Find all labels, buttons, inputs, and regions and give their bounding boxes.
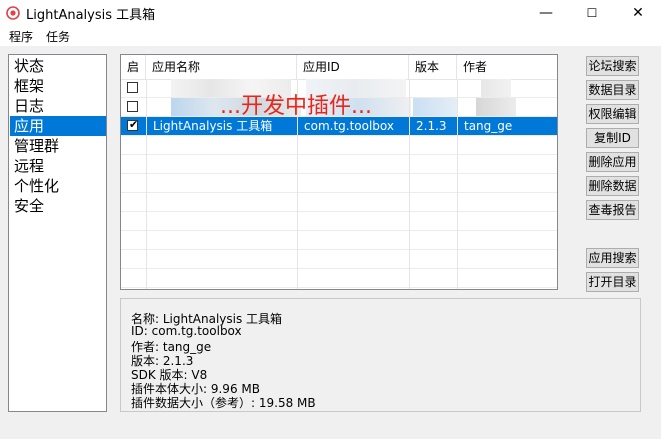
- open-directory-button[interactable]: 打开目录: [586, 272, 639, 292]
- forum-search-button[interactable]: 论坛搜索: [586, 56, 639, 76]
- nav-item-personalize[interactable]: 个性化: [10, 176, 106, 196]
- menu-program[interactable]: 程序: [9, 28, 33, 45]
- empty-row: [121, 269, 557, 288]
- menu-task[interactable]: 任务: [46, 28, 70, 45]
- empty-row: [121, 212, 557, 231]
- blurred-cell: [413, 98, 457, 116]
- nav-item-status[interactable]: 状态: [10, 56, 106, 76]
- empty-row: [121, 174, 557, 193]
- menu-bar: 程序 任务: [0, 26, 661, 46]
- nav-item-remote[interactable]: 远程: [10, 156, 106, 176]
- col-app-id[interactable]: 应用ID: [297, 55, 409, 79]
- permission-edit-button[interactable]: 权限编辑: [586, 104, 639, 124]
- copy-id-button[interactable]: 复制ID: [586, 128, 639, 148]
- empty-row: [121, 155, 557, 174]
- category-list: 状态 框架 日志 应用 管理群 远程 个性化 安全: [8, 54, 107, 412]
- column-divider: [457, 79, 458, 289]
- nav-item-framework[interactable]: 框架: [10, 76, 106, 96]
- delete-app-button[interactable]: 删除应用: [586, 152, 639, 172]
- data-directory-button[interactable]: 数据目录: [586, 80, 639, 100]
- empty-row: [121, 231, 557, 250]
- row-checkbox[interactable]: [127, 82, 138, 93]
- row-checkbox[interactable]: [127, 101, 138, 112]
- nav-item-security[interactable]: 安全: [10, 196, 106, 216]
- empty-row: [121, 136, 557, 155]
- detail-data-size: 插件数据大小（参考）: 19.58 MB: [131, 396, 316, 410]
- empty-row: [121, 193, 557, 212]
- blurred-cell: [481, 79, 511, 97]
- cell-version: 2.1.3: [416, 119, 447, 133]
- virus-report-button[interactable]: 查毒报告: [586, 200, 639, 220]
- col-app-name[interactable]: 应用名称: [146, 55, 297, 79]
- col-version[interactable]: 版本: [409, 55, 457, 79]
- app-details-panel: 名称: LightAnalysis 工具箱 ID: com.tg.toolbox…: [120, 298, 641, 412]
- delete-data-button[interactable]: 删除数据: [586, 176, 639, 196]
- col-author[interactable]: 作者: [457, 55, 557, 79]
- title-bar: LightAnalysis 工具箱 — ☐ ✕: [0, 0, 661, 26]
- check-icon: ✔: [129, 118, 139, 131]
- window-title: LightAnalysis 工具箱: [26, 8, 156, 23]
- nav-item-groups[interactable]: 管理群: [10, 136, 106, 156]
- column-divider: [146, 79, 147, 289]
- in-development-overlay: ...开发中插件...: [220, 94, 372, 119]
- table-header: 启 应用名称 应用ID 版本 作者: [121, 55, 557, 80]
- cell-author: tang_ge: [464, 119, 513, 133]
- row-checkbox-checked[interactable]: ✔: [127, 118, 139, 131]
- app-search-button[interactable]: 应用搜索: [586, 248, 639, 268]
- nav-item-log[interactable]: 日志: [10, 96, 106, 116]
- minimize-button[interactable]: —: [523, 0, 569, 26]
- close-button[interactable]: ✕: [615, 0, 661, 26]
- nav-item-apps[interactable]: 应用: [10, 116, 106, 136]
- empty-row: [121, 250, 557, 269]
- blurred-cell: [476, 98, 516, 116]
- detail-id: ID: com.tg.toolbox: [131, 324, 242, 338]
- app-logo-icon: [6, 6, 20, 20]
- column-divider: [409, 79, 410, 289]
- maximize-button[interactable]: ☐: [569, 0, 615, 26]
- col-enabled[interactable]: 启: [121, 55, 146, 79]
